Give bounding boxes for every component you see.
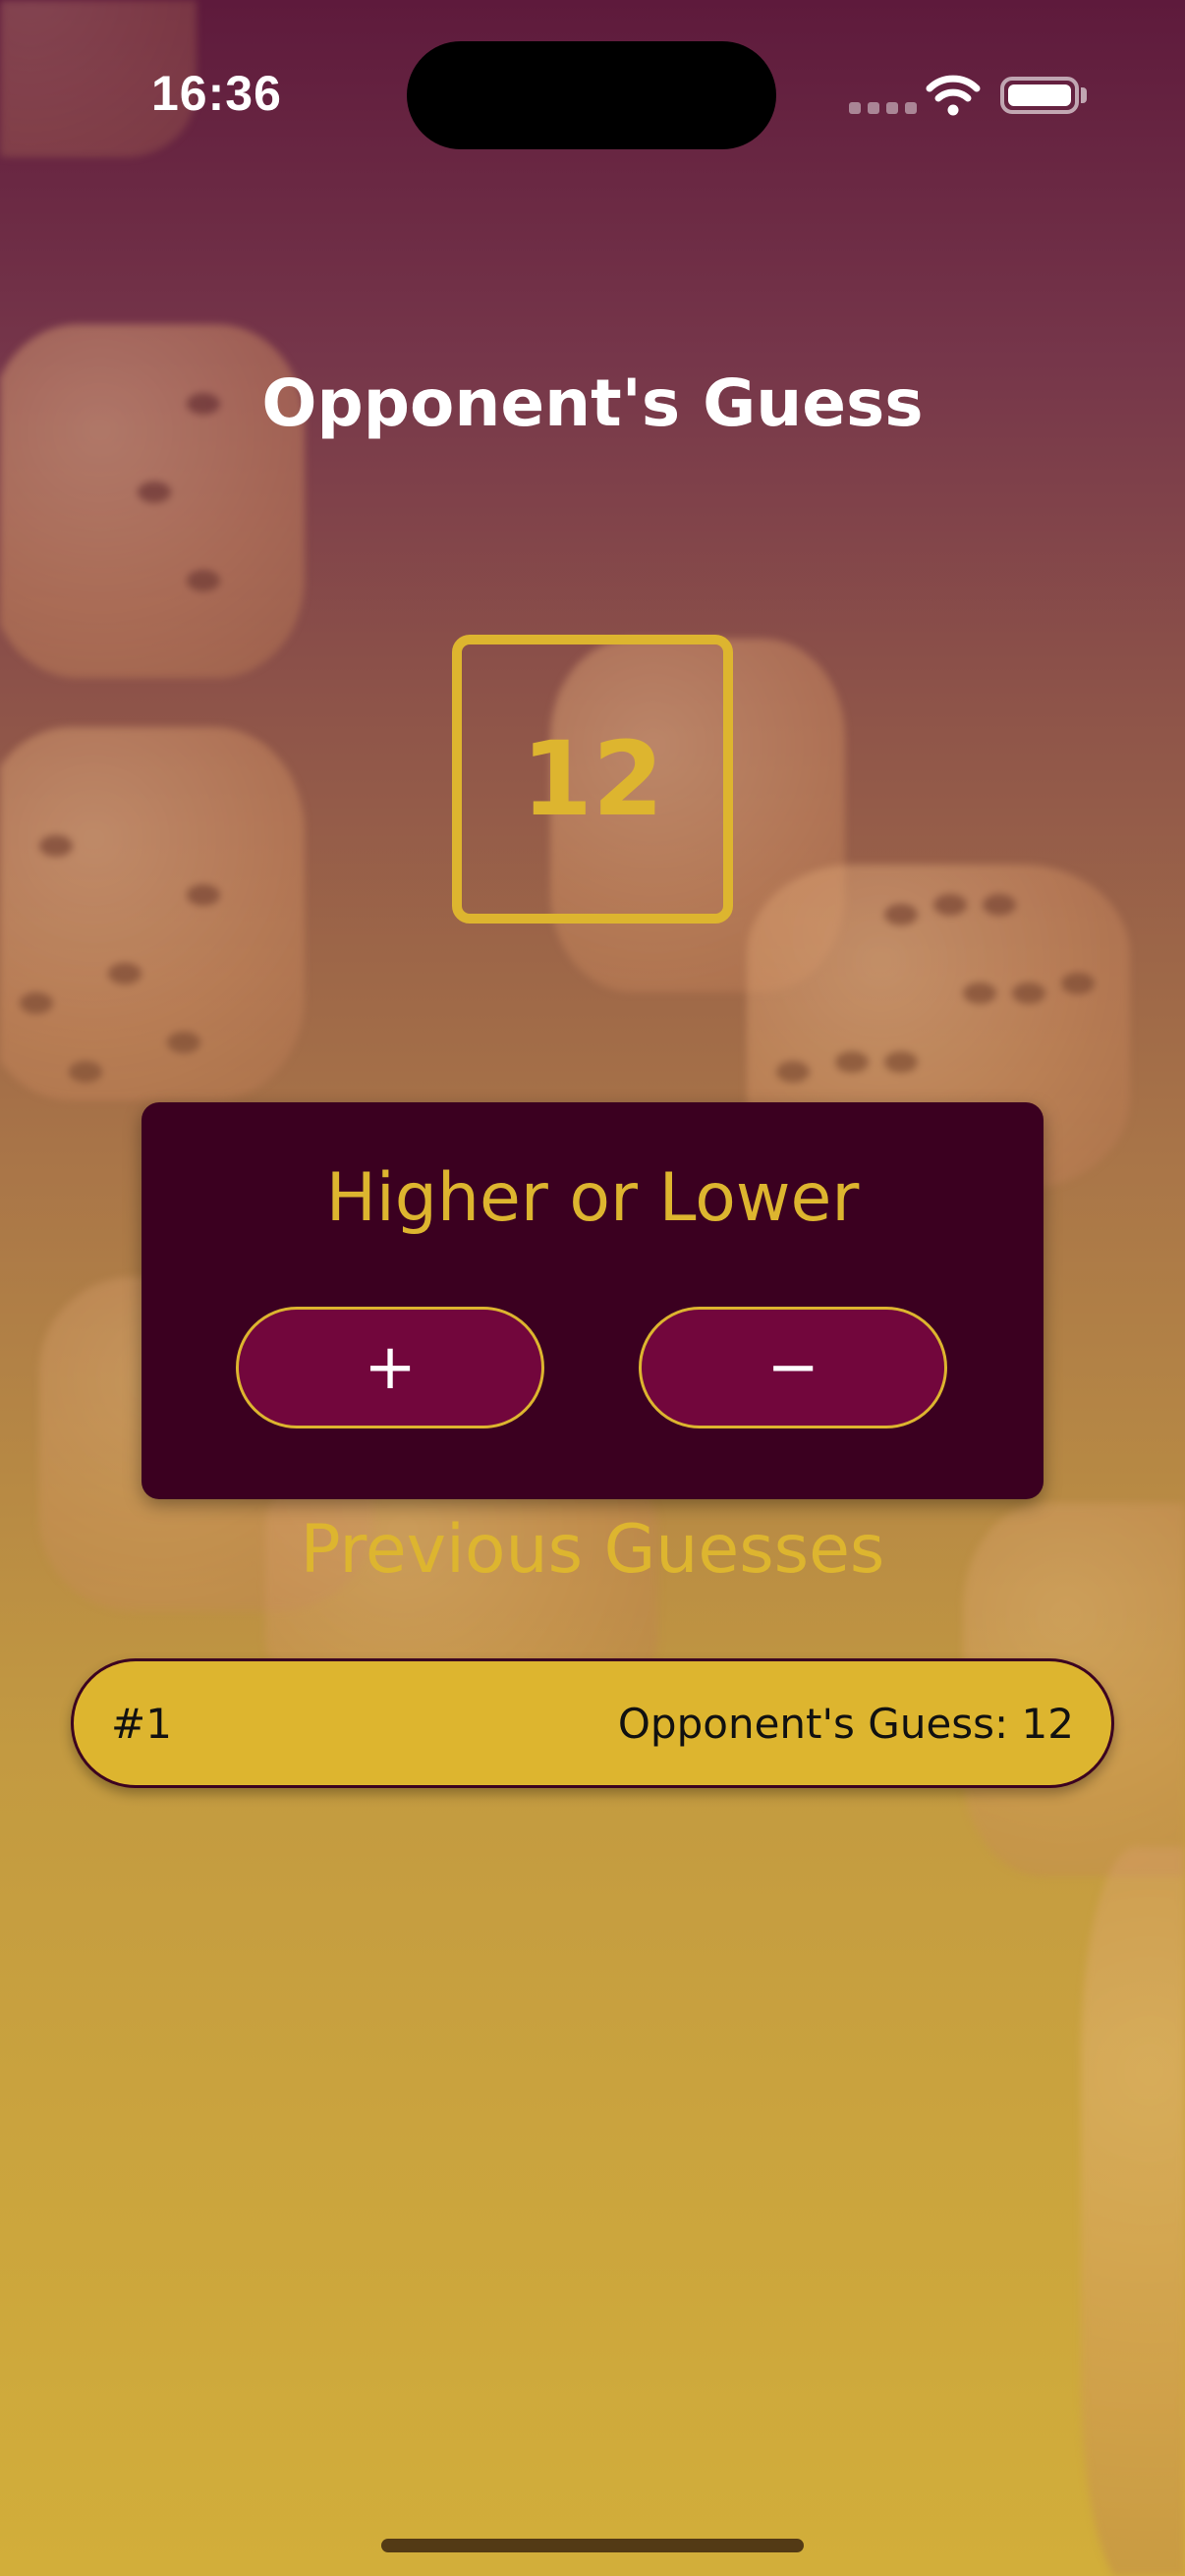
lower-button[interactable]: − <box>639 1307 947 1428</box>
minus-icon: − <box>766 1331 819 1404</box>
game-screen: Opponent's Guess 12 Higher or Lower + − … <box>0 0 1185 2576</box>
cellular-signal-icon <box>849 102 917 114</box>
status-bar: 16:36 <box>0 0 1185 187</box>
list-item: #1 Opponent's Guess: 12 <box>71 1658 1114 1788</box>
guess-round: #1 <box>111 1699 172 1748</box>
previous-guesses-title: Previous Guesses <box>300 1511 885 1589</box>
battery-icon <box>1000 77 1079 114</box>
home-indicator[interactable] <box>381 2539 804 2552</box>
status-time: 16:36 <box>151 66 282 121</box>
battery-tip <box>1081 87 1087 103</box>
dynamic-island <box>407 41 776 149</box>
guess-list[interactable]: #1 Opponent's Guess: 12 <box>71 1658 1114 1788</box>
screen-title: Opponent's Guess <box>261 365 924 441</box>
guess-text: Opponent's Guess: 12 <box>617 1699 1074 1748</box>
current-guess-box: 12 <box>452 635 733 924</box>
higher-lower-title: Higher or Lower <box>325 1159 860 1237</box>
wifi-icon <box>926 75 981 116</box>
plus-icon: + <box>364 1331 417 1404</box>
current-guess-number: 12 <box>521 719 664 839</box>
higher-button[interactable]: + <box>236 1307 544 1428</box>
higher-lower-card: Higher or Lower + − <box>141 1102 1044 1499</box>
